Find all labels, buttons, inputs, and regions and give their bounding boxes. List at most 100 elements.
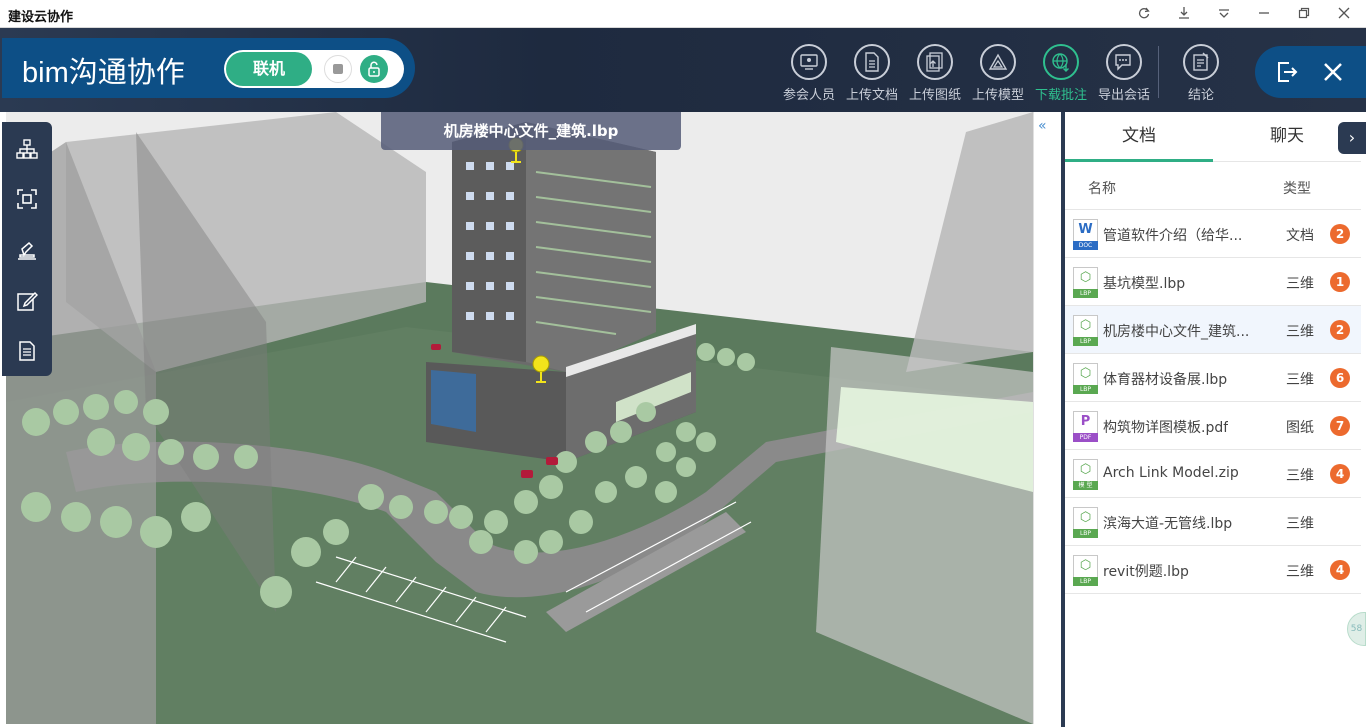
file-row[interactable]: P PDF 构筑物详图模板.pdf 图纸 7: [1065, 402, 1361, 450]
export-chat-label: 导出会话: [1097, 88, 1150, 103]
bim-scene-render[interactable]: [6, 112, 1033, 724]
participants-icon: [791, 44, 827, 80]
file-icon-glyph: ⬡: [1079, 366, 1092, 381]
file-row[interactable]: ⬡ LBP 机房楼中心文件_建筑... 三维 2: [1065, 306, 1361, 354]
close-icon[interactable]: [1333, 3, 1355, 23]
pdf-file-icon: P PDF: [1073, 411, 1098, 442]
file-icon-glyph: ⬡: [1079, 318, 1092, 333]
column-type: 类型: [1283, 181, 1311, 197]
dropdown-icon[interactable]: [1213, 3, 1235, 23]
annotation-count-badge: 4: [1330, 464, 1350, 484]
online-label[interactable]: 联机: [226, 52, 312, 86]
participants-label: 参会人员: [782, 88, 835, 103]
file-name: revit例题.lbp: [1103, 564, 1189, 580]
conclusion-button[interactable]: 结论: [1170, 44, 1232, 104]
main-toolbar: bim沟通协作 联机 参会人员 上传文档 上传图纸 上传模型 下载批注 导出会话…: [0, 28, 1366, 112]
upload-drawing-button[interactable]: 上传图纸: [904, 44, 966, 104]
file-row[interactable]: ⬡ LBP 体育器材设备展.lbp 三维 6: [1065, 354, 1361, 402]
upload-model-label: 上传模型: [971, 88, 1024, 103]
file-row[interactable]: ⬡ 模 型 Arch Link Model.zip 三维 4: [1065, 450, 1361, 498]
model-viewport[interactable]: [6, 112, 1033, 724]
refresh-icon[interactable]: [1133, 3, 1155, 23]
stop-icon[interactable]: [324, 55, 352, 83]
panel-splitter[interactable]: «: [1033, 112, 1061, 724]
export-chat-button[interactable]: 导出会话: [1093, 44, 1155, 104]
minimize-icon[interactable]: [1253, 3, 1275, 23]
participants-button[interactable]: 参会人员: [778, 44, 840, 104]
chevron-right-icon[interactable]: ›: [1338, 122, 1366, 154]
file-type: 三维: [1286, 564, 1314, 580]
file-type-tag: 模 型: [1073, 481, 1098, 490]
download-annotation-button[interactable]: 下载批注: [1030, 44, 1092, 104]
annotation-count-badge: 2: [1330, 224, 1350, 244]
conclusion-label: 结论: [1187, 88, 1214, 103]
app-name: bim沟通协作: [22, 57, 185, 89]
file-name: 滨海大道-无管线.lbp: [1103, 516, 1233, 532]
file-name: 构筑物详图模板.pdf: [1103, 420, 1229, 436]
file-type: 三维: [1286, 276, 1314, 292]
online-toggle[interactable]: 联机: [224, 50, 404, 88]
maximize-icon[interactable]: [1293, 3, 1315, 23]
upload-document-button[interactable]: 上传文档: [841, 44, 903, 104]
file-type-tag: LBP: [1073, 385, 1098, 394]
viewport-model-title: 机房楼中心文件_建筑.lbp: [381, 112, 681, 150]
file-name: 基坑模型.lbp: [1103, 276, 1186, 292]
double-chevron-left-icon[interactable]: «: [1038, 118, 1047, 134]
brand-pill: bim沟通协作 联机: [2, 38, 415, 98]
edit-icon[interactable]: [14, 288, 40, 314]
file-row[interactable]: ⬡ LBP revit例题.lbp 三维 4: [1065, 546, 1361, 594]
lbp-file-icon: ⬡ LBP: [1073, 315, 1098, 346]
viewport-left-toolbar: [2, 122, 52, 376]
file-type-tag: LBP: [1073, 529, 1098, 538]
file-icon-glyph: W: [1078, 222, 1093, 237]
tab-documents[interactable]: 文档: [1065, 112, 1213, 162]
download-annotation-label: 下载批注: [1034, 88, 1087, 103]
file-type-tag: LBP: [1073, 289, 1098, 298]
file-icon-glyph: ⬡: [1079, 270, 1092, 285]
file-type-tag: DOC: [1073, 241, 1098, 250]
fit-view-icon[interactable]: [14, 186, 40, 212]
upload-document-icon: [854, 44, 890, 80]
file-row[interactable]: ⬡ LBP 滨海大道-无管线.lbp 三维: [1065, 498, 1361, 546]
window-title: 建设云协作: [8, 10, 74, 25]
annotation-count-badge: 4: [1330, 560, 1350, 580]
export-chat-icon: [1106, 44, 1142, 80]
file-type: 图纸: [1286, 420, 1314, 436]
file-row[interactable]: W DOC 管道软件介绍（给华... 文档 2: [1065, 210, 1361, 258]
file-type: 三维: [1286, 324, 1314, 340]
file-name: Arch Link Model.zip: [1103, 465, 1239, 481]
model-file-icon: ⬡ 模 型: [1073, 459, 1098, 490]
unlock-icon[interactable]: [360, 55, 388, 83]
file-icon-glyph: ⬡: [1079, 558, 1092, 573]
file-type: 文档: [1286, 228, 1314, 244]
stamp-icon[interactable]: [14, 238, 40, 264]
file-icon-glyph: ⬡: [1079, 462, 1092, 477]
lbp-file-icon: ⬡ LBP: [1073, 267, 1098, 298]
panel-tabs: 文档 聊天: [1065, 112, 1361, 162]
toolbar-divider: [1158, 46, 1159, 98]
download-icon[interactable]: [1173, 3, 1195, 23]
lbp-file-icon: ⬡ LBP: [1073, 555, 1098, 586]
file-icon-glyph: ⬡: [1079, 510, 1092, 525]
file-type: 三维: [1286, 468, 1314, 484]
exit-meeting-icon[interactable]: [1273, 58, 1301, 86]
annotation-count-badge: 6: [1330, 368, 1350, 388]
file-name: 机房楼中心文件_建筑...: [1103, 324, 1250, 340]
file-icon-glyph: P: [1080, 414, 1091, 429]
file-row[interactable]: ⬡ LBP 基坑模型.lbp 三维 1: [1065, 258, 1361, 306]
upload-model-button[interactable]: 上传模型: [967, 44, 1029, 104]
file-name: 管道软件介绍（给华...: [1103, 228, 1243, 244]
file-type: 三维: [1286, 516, 1314, 532]
download-annotation-icon: [1043, 44, 1079, 80]
notes-icon[interactable]: [14, 338, 40, 364]
tree-icon[interactable]: [14, 136, 40, 162]
exit-controls: [1255, 46, 1366, 98]
window-titlebar: 建设云协作: [0, 0, 1366, 28]
annotation-count-badge: 7: [1330, 416, 1350, 436]
lbp-file-icon: ⬡ LBP: [1073, 507, 1098, 538]
close-meeting-icon[interactable]: [1319, 58, 1347, 86]
annotation-count-badge: 1: [1330, 272, 1350, 292]
file-name: 体育器材设备展.lbp: [1103, 372, 1228, 388]
column-name: 名称: [1088, 181, 1116, 197]
doc-file-icon: W DOC: [1073, 219, 1098, 250]
